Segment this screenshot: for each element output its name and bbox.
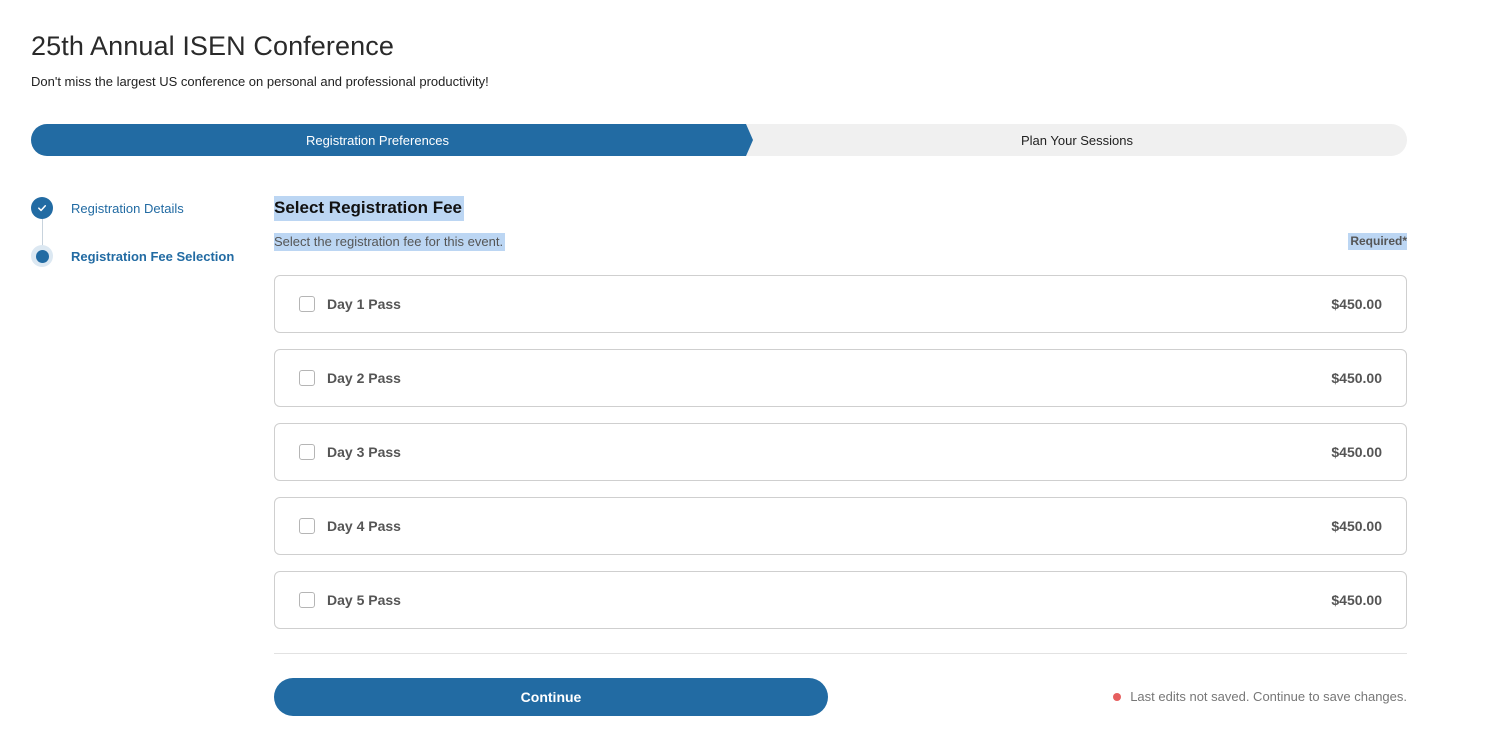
fee-option-day-4[interactable]: Day 4 Pass $450.00 [274, 497, 1407, 555]
sidebar-step-label: Registration Fee Selection [71, 248, 235, 264]
progress-step-label: Registration Preferences [305, 132, 450, 148]
step-connector [42, 217, 43, 247]
fee-price: $450.00 [1331, 592, 1382, 608]
fee-name: Day 1 Pass [327, 296, 401, 312]
progress-step-plan-your-sessions[interactable]: Plan Your Sessions [747, 124, 1407, 156]
fee-checkbox[interactable] [299, 370, 315, 386]
unsaved-status-dot-icon [1113, 692, 1122, 701]
fee-checkbox[interactable] [299, 592, 315, 608]
page-subtitle: Don't miss the largest US conference on … [31, 74, 489, 89]
progress-bar: Registration Preferences Plan Your Sessi… [31, 124, 1407, 156]
sidebar-steps: Registration Details Registration Fee Se… [31, 195, 261, 275]
progress-step-label: Plan Your Sessions [1020, 132, 1134, 148]
sidebar-step-registration-details[interactable]: Registration Details [31, 197, 184, 219]
sidebar-step-label: Registration Details [71, 200, 184, 216]
required-label: Required* [1348, 233, 1407, 250]
fee-checkbox[interactable] [299, 518, 315, 534]
section-title: Select Registration Fee [274, 196, 465, 221]
check-icon [31, 197, 53, 219]
page-title: 25th Annual ISEN Conference [31, 31, 394, 61]
fee-name: Day 5 Pass [327, 592, 401, 608]
fee-name: Day 4 Pass [327, 518, 401, 534]
fee-price: $450.00 [1331, 370, 1382, 386]
fee-checkbox[interactable] [299, 444, 315, 460]
divider [274, 653, 1407, 654]
save-status-text: Last edits not saved. Continue to save c… [1130, 689, 1407, 704]
fee-name: Day 2 Pass [327, 370, 401, 386]
progress-step-registration-preferences[interactable]: Registration Preferences [31, 124, 724, 156]
save-status: Last edits not saved. Continue to save c… [1113, 689, 1407, 704]
current-step-dot-icon [31, 245, 53, 267]
section-description: Select the registration fee for this eve… [274, 233, 506, 251]
fee-price: $450.00 [1331, 296, 1382, 312]
fee-price: $450.00 [1331, 518, 1382, 534]
fee-option-day-2[interactable]: Day 2 Pass $450.00 [274, 349, 1407, 407]
fee-price: $450.00 [1331, 444, 1382, 460]
fee-name: Day 3 Pass [327, 444, 401, 460]
fee-option-day-1[interactable]: Day 1 Pass $450.00 [274, 275, 1407, 333]
sidebar-step-registration-fee-selection[interactable]: Registration Fee Selection [31, 245, 234, 267]
fee-checkbox[interactable] [299, 296, 315, 312]
fee-option-day-5[interactable]: Day 5 Pass $450.00 [274, 571, 1407, 629]
fee-list: Day 1 Pass $450.00 Day 2 Pass $450.00 Da… [274, 275, 1407, 645]
registration-page: 25th Annual ISEN Conference Don't miss t… [0, 0, 1506, 741]
fee-option-day-3[interactable]: Day 3 Pass $450.00 [274, 423, 1407, 481]
continue-button[interactable]: Continue [274, 678, 828, 716]
